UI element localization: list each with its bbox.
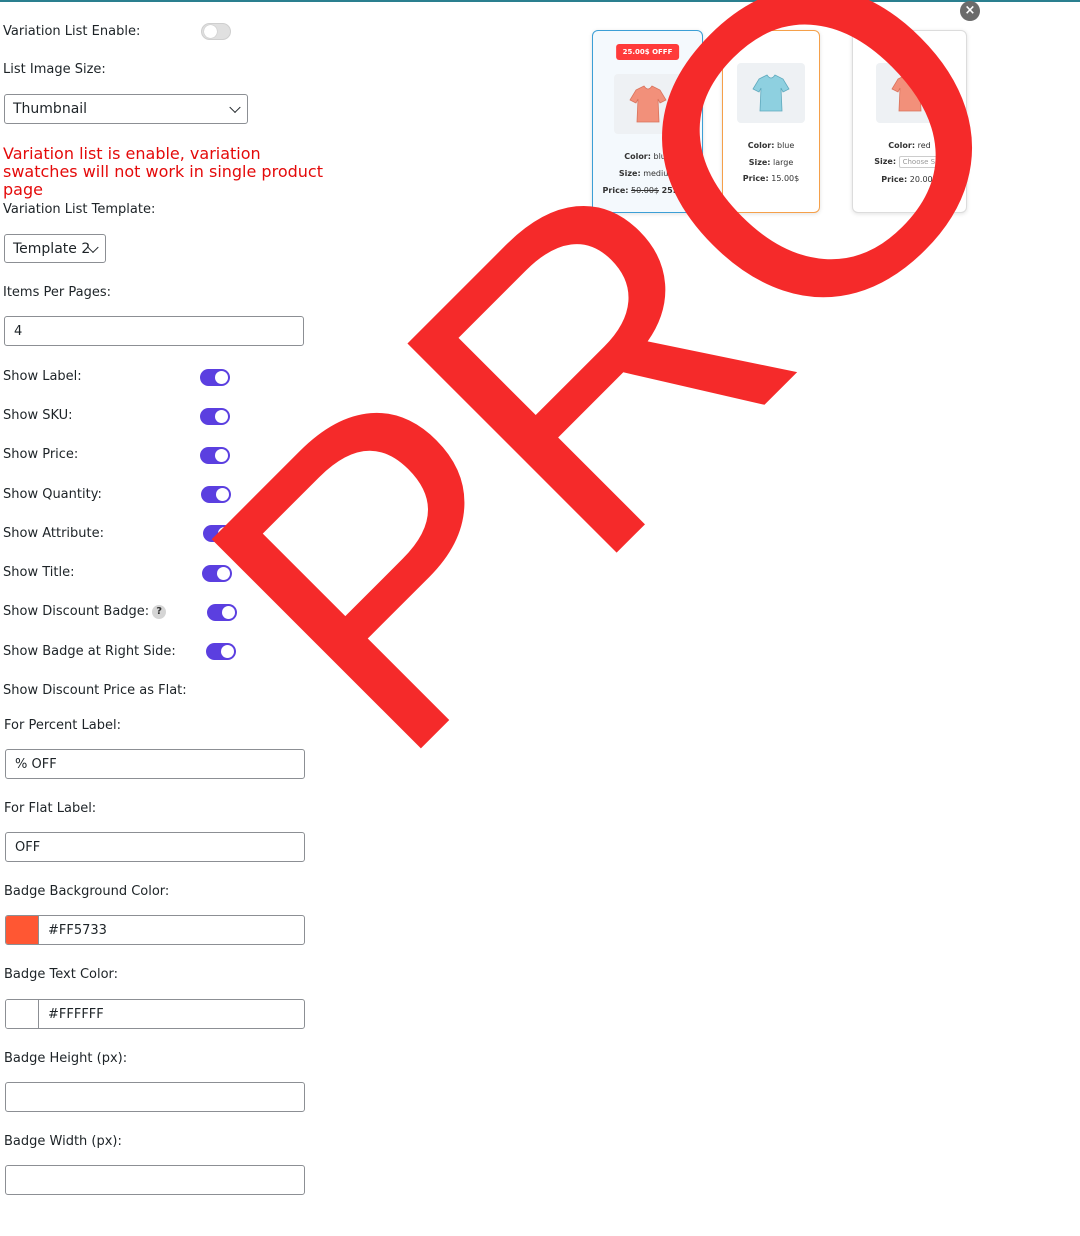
badge-bg-color-input[interactable]: #FF5733 (5, 915, 305, 945)
badge-text-color-input[interactable]: #FFFFFF (5, 999, 305, 1029)
toggle-knob (218, 527, 231, 540)
card3-size-select[interactable]: Choose Siz (898, 156, 945, 168)
show-label-label: Show Label: (3, 369, 82, 384)
toggle-knob (215, 449, 228, 462)
variation-list-enable-toggle[interactable] (201, 23, 231, 40)
show-attribute-toggle[interactable] (203, 525, 233, 542)
card3-size: Size: Choose Siz (853, 156, 966, 168)
percent-label-input[interactable]: % OFF (5, 749, 305, 779)
percent-label-value: % OFF (15, 756, 57, 772)
badge-bg-color-swatch[interactable] (6, 916, 39, 944)
show-badge-right-toggle[interactable] (206, 643, 236, 660)
toggle-knob (222, 606, 235, 619)
show-label-toggle[interactable] (200, 369, 230, 386)
show-title-toggle[interactable] (202, 565, 232, 582)
flat-label-input[interactable]: OFF (5, 832, 305, 862)
show-quantity-toggle[interactable] (201, 486, 231, 503)
flat-label-value: OFF (15, 839, 41, 855)
show-price-toggle[interactable] (200, 447, 230, 464)
show-badge-right-label: Show Badge at Right Side: (3, 644, 176, 659)
show-attribute-label: Show Attribute: (3, 526, 104, 541)
tshirt-image (613, 74, 682, 134)
items-per-pages-input[interactable]: 4 (4, 316, 304, 346)
badge-bg-color-value: #FF5733 (48, 922, 107, 938)
show-sku-label: Show SKU: (3, 408, 73, 423)
variation-warning-text: Variation list is enable, variation swat… (3, 144, 323, 199)
help-icon[interactable]: ? (152, 604, 167, 619)
variation-list-template-select[interactable]: Template 2 (4, 234, 106, 263)
show-discount-badge-toggle[interactable] (207, 604, 237, 621)
badge-width-input[interactable] (5, 1165, 305, 1195)
preview-card-template-2[interactable]: Color: blue Size: large Price: 15.00$ (722, 30, 820, 213)
chevron-down-icon (229, 101, 241, 114)
show-discount-badge-label: Show Discount Badge: (3, 604, 150, 619)
badge-text-color-value: #FFFFFF (48, 1006, 104, 1022)
card2-size: Size: large (748, 158, 794, 167)
toggle-knob (216, 488, 229, 501)
show-quantity-label: Show Quantity: (3, 487, 102, 502)
list-image-size-value: Thumbnail (13, 101, 88, 117)
variation-list-enable-label: Variation List Enable: (3, 24, 141, 39)
toggle-knob (221, 645, 234, 658)
tshirt-image (737, 63, 805, 123)
tshirt-image (875, 63, 944, 123)
items-per-pages-value: 4 (14, 323, 23, 339)
badge-bg-color-label: Badge Background Color: (4, 884, 170, 899)
badge-width-label: Badge Width (px): (4, 1134, 122, 1149)
show-price-label: Show Price: (3, 447, 79, 462)
card3-color: Color: red (888, 141, 931, 150)
top-border (0, 0, 1080, 2)
card1-color: Color: blue (624, 152, 671, 161)
badge-height-input[interactable] (5, 1082, 305, 1112)
show-sku-toggle[interactable] (200, 408, 230, 425)
template-value: Template 2 (13, 240, 91, 257)
flat-label-label: For Flat Label: (4, 801, 97, 816)
variation-list-template-label: Variation List Template: (3, 202, 156, 217)
discount-badge: 25.00$ OFFF (615, 44, 680, 60)
card2-color: Color: blue (747, 141, 795, 150)
preview-card-template-3[interactable]: Color: red Size: Choose Siz Price: 20.00… (852, 30, 967, 213)
show-discount-flat-label: Show Discount Price as Flat: (3, 683, 187, 698)
badge-text-color-swatch[interactable] (6, 1000, 39, 1028)
card1-size: Size: medium (618, 169, 677, 178)
badge-height-label: Badge Height (px): (4, 1051, 128, 1066)
show-title-label: Show Title: (3, 565, 75, 580)
toggle-knob (215, 371, 228, 384)
percent-label-label: For Percent Label: (4, 718, 121, 733)
preview-card-template-1[interactable]: 25.00$ OFFF Color: blue Size: medium Pri… (592, 30, 703, 213)
toggle-knob (204, 25, 217, 38)
show-discount-badge-row: Show Discount Badge:? (3, 604, 167, 619)
card3-price: Price: 20.00$ (881, 175, 938, 184)
toggle-knob (217, 567, 230, 580)
card1-price: Price: 50.00$ 25.00$ (602, 186, 693, 195)
list-image-size-label: List Image Size: (3, 62, 106, 77)
toggle-knob (215, 410, 228, 423)
list-image-size-select[interactable]: Thumbnail (4, 94, 248, 124)
items-per-pages-label: Items Per Pages: (3, 285, 111, 300)
close-icon[interactable]: × (960, 1, 980, 21)
badge-text-color-label: Badge Text Color: (4, 967, 119, 982)
card2-price: Price: 15.00$ (742, 174, 800, 183)
